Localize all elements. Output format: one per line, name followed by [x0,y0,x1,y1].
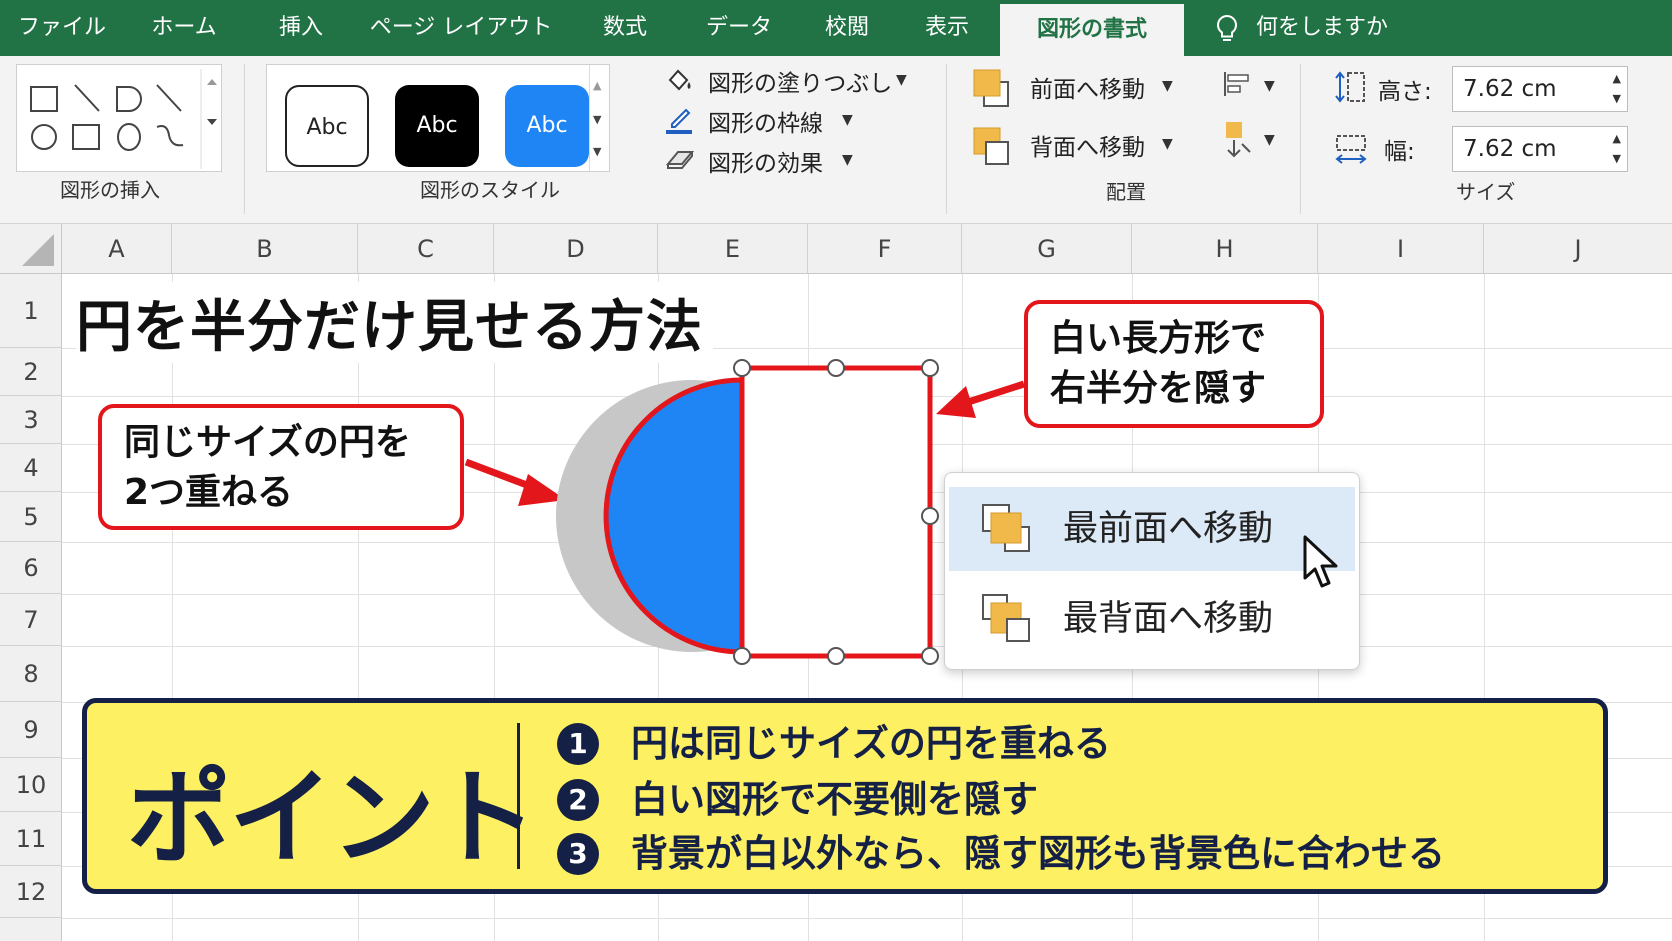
mouse-cursor-icon [1302,534,1342,596]
bring-to-front-icon [979,501,1035,588]
point-number-badge: 3 [557,833,599,875]
point-title: ポイント [127,757,537,879]
send-to-back-label: 最背面へ移動 [1063,599,1274,639]
white-cover-rectangle[interactable] [739,365,933,659]
order-context-menu: 最前面へ移動 最背面へ移動 [944,472,1360,670]
menu-item-bring-to-front[interactable]: 最前面へ移動 [949,487,1355,571]
point-item-text: 円は同じサイズの円を重ねる [631,722,1111,765]
bring-to-front-label: 最前面へ移動 [1063,509,1274,549]
point-summary-box: ポイント 1 円は同じサイズの円を重ねる 2 白い図形で不要側を隠す 3 背景が… [82,698,1608,894]
point-number-badge: 1 [557,723,599,765]
callout-stack-line1: 同じサイズの円を [124,422,411,463]
point-number-badge: 2 [557,779,599,821]
callout-stack-line2: 2つ重ねる [124,472,294,513]
point-item-text: 白い図形で不要側を隠す [631,778,1038,821]
callout-hide-right-half: 白い長方形で 右半分を隠す [1024,300,1324,428]
callout-hide-line1: 白い長方形で [1050,318,1267,359]
callout-hide-line2: 右半分を隠す [1050,368,1267,409]
point-divider [517,723,520,869]
point-item-text: 背景が白以外なら、隠す図形も背景色に合わせる [631,832,1445,875]
menu-item-send-to-back[interactable]: 最背面へ移動 [949,577,1355,661]
right-arrow [936,380,1026,418]
send-to-back-icon [979,591,1035,678]
left-arrow [464,458,566,506]
callout-stack-circles: 同じサイズの円を 2つ重ねる [98,404,464,530]
